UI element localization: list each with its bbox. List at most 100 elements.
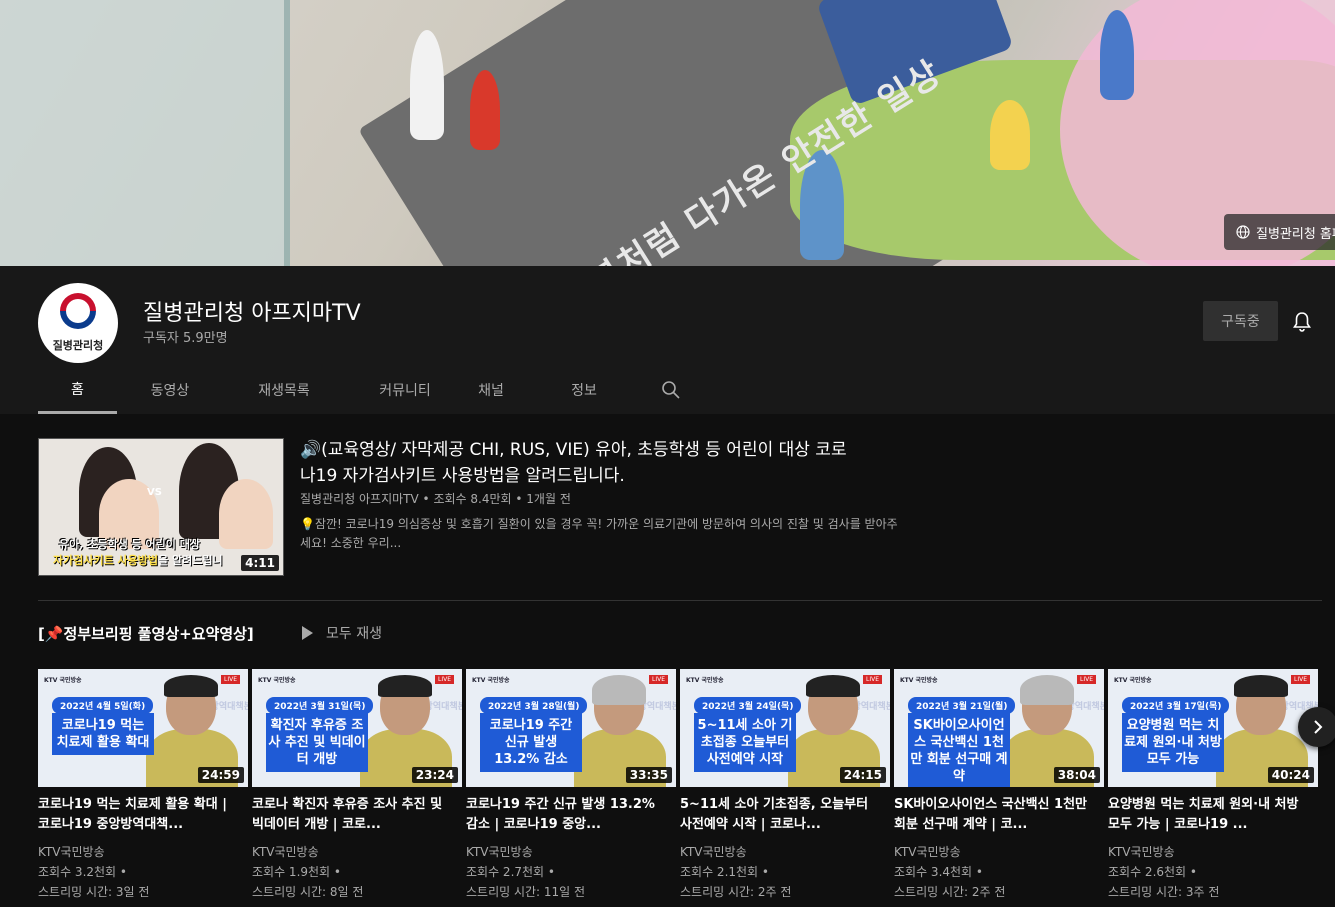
thumb-broadcaster: KTV 국민방송 <box>900 677 938 684</box>
video-channel[interactable]: KTV국민방송 <box>1108 843 1318 860</box>
thumb-broadcaster: KTV 국민방송 <box>686 677 724 684</box>
video-card[interactable]: KTV 국민방송 LIVE 중앙방역대책본부 2022년 3월 24일(목) 5… <box>680 669 890 900</box>
globe-icon <box>1236 225 1250 239</box>
video-views: 조회수 2.6천회 • <box>1108 865 1197 879</box>
video-stream-time: 스트리밍 시간: 8일 전 <box>252 885 364 899</box>
thumb-broadcaster: KTV 국민방송 <box>1114 677 1152 684</box>
video-title[interactable]: 코로나19 먹는 치료제 활용 확대 | 코로나19 중앙방역대책... <box>38 795 238 835</box>
video-title[interactable]: 5~11세 소아 기초접종, 오늘부터 사전예약 시작 | 코로나... <box>680 795 880 835</box>
featured-video-thumbnail[interactable]: VS 유아, 초등학생 등 어린이 대상 자가검사키트 사용방법을 알려드립니 … <box>38 438 284 576</box>
video-duration: 40:24 <box>1267 767 1314 783</box>
video-channel[interactable]: KTV국민방송 <box>38 843 248 860</box>
video-thumbnail[interactable]: KTV 국민방송 LIVE 중앙방역대책본부 2022년 3월 17일(목) 요… <box>1108 669 1318 787</box>
thumb-speaker-hair <box>164 675 218 697</box>
search-icon <box>662 381 680 399</box>
tab-about[interactable]: 정보 <box>517 366 651 414</box>
live-badge: LIVE <box>1076 675 1096 684</box>
featured-views: 조회수 8.4만회 <box>433 492 512 506</box>
video-title[interactable]: 코로나 확진자 후유증 조사 추진 및 빅데이터 개방 | 코로... <box>252 795 452 835</box>
chevron-right-icon <box>1314 720 1323 734</box>
avatar-label: 질병관리청 <box>52 339 104 352</box>
thumb-caption-highlight: 자가검사키트 사용방법 <box>53 554 159 567</box>
video-stream-time: 스트리밍 시간: 2주 전 <box>894 885 1006 899</box>
video-title[interactable]: 코로나19 주간 신규 발생 13.2% 감소 | 코로나19 중앙... <box>466 795 666 835</box>
video-views: 조회수 2.7천회 • <box>466 865 555 879</box>
video-shelf: KTV 국민방송 LIVE 중앙방역대책본부 2022년 4월 5일(화) 코로… <box>38 669 1322 907</box>
video-card[interactable]: KTV 국민방송 LIVE 중앙방역대책본부 2022년 3월 28일(월) 코… <box>466 669 676 900</box>
shelf-next-button[interactable] <box>1298 707 1335 747</box>
thumb-date: 2022년 4월 5일(화) <box>52 697 154 714</box>
thumb-headline: SK바이오사이언스 국산백신 1천만 회분 선구매 계약 <box>908 713 1010 787</box>
video-card[interactable]: KTV 국민방송 LIVE 중앙방역대책본부 2022년 3월 17일(목) 요… <box>1108 669 1318 900</box>
video-views: 조회수 3.4천회 • <box>894 865 983 879</box>
video-channel[interactable]: KTV국민방송 <box>680 843 890 860</box>
video-views: 조회수 2.1천회 • <box>680 865 769 879</box>
thumb-headline: 5~11세 소아 기초접종 오늘부터 사전예약 시작 <box>694 713 796 772</box>
play-icon <box>302 626 313 640</box>
avatar[interactable]: 질병관리청 <box>38 283 118 363</box>
featured-video-description: 💡잠깐! 코로나19 의심증상 및 호흡기 질환이 있을 경우 꼭! 가까운 의… <box>300 517 898 550</box>
video-duration: 24:15 <box>839 767 886 783</box>
banner-art-child <box>470 70 500 150</box>
live-badge: LIVE <box>434 675 454 684</box>
thumb-speaker-hair <box>1234 675 1288 697</box>
meta-separator: • <box>422 492 434 506</box>
video-card[interactable]: KTV 국민방송 LIVE 중앙방역대책본부 2022년 4월 5일(화) 코로… <box>38 669 248 900</box>
channel-banner: 봄처럼 다가온 안전한 일상 질병관리청 홈페 <box>0 0 1335 266</box>
live-badge: LIVE <box>648 675 668 684</box>
video-title[interactable]: 요양병원 먹는 치료제 원외·내 처방 모두 가능 | 코로나19 ... <box>1108 795 1308 835</box>
banner-art-runner <box>1100 10 1134 100</box>
thumb-date: 2022년 3월 28일(월) <box>480 697 588 714</box>
notification-bell-icon[interactable] <box>1290 310 1314 334</box>
meta-separator: • <box>515 492 527 506</box>
thumb-broadcaster: KTV 국민방송 <box>44 677 82 684</box>
video-stream-time: 스트리밍 시간: 11일 전 <box>466 885 586 899</box>
play-all-button[interactable]: 모두 재생 <box>300 623 382 643</box>
video-thumbnail[interactable]: KTV 국민방송 LIVE 중앙방역대책본부 2022년 3월 31일(목) 확… <box>252 669 462 787</box>
featured-channel-link[interactable]: 질병관리청 아프지마TV <box>300 492 419 506</box>
featured-video-title[interactable]: 🔊(교육영상/ 자막제공 CHI, RUS, VIE) 유아, 초등학생 등 어… <box>300 437 860 489</box>
video-thumbnail[interactable]: KTV 국민방송 LIVE 중앙방역대책본부 2022년 3월 28일(월) 코… <box>466 669 676 787</box>
video-card[interactable]: KTV 국민방송 LIVE 중앙방역대책본부 2022년 3월 21일(월) S… <box>894 669 1104 900</box>
play-all-label: 모두 재생 <box>326 626 382 642</box>
tab-videos[interactable]: 동영상 <box>117 366 223 414</box>
thumb-speaker-hair <box>592 675 646 705</box>
channel-name: 질병관리청 아프지마TV <box>143 301 361 326</box>
thumb-speaker-hair <box>378 675 432 697</box>
video-stream-time: 스트리밍 시간: 2주 전 <box>680 885 792 899</box>
tab-channels[interactable]: 채널 <box>465 366 517 414</box>
video-card[interactable]: KTV 국민방송 LIVE 중앙방역대책본부 2022년 3월 31일(목) 확… <box>252 669 462 900</box>
thumb-broadcaster: KTV 국민방송 <box>258 677 296 684</box>
video-channel[interactable]: KTV국민방송 <box>252 843 462 860</box>
tab-playlists[interactable]: 재생목록 <box>223 366 345 414</box>
featured-video-meta: 질병관리청 아프지마TV • 조회수 8.4만회 • 1개월 전 <box>300 490 571 507</box>
video-duration: 23:24 <box>411 767 458 783</box>
thumb-headline: 코로나19 먹는 치료제 활용 확대 <box>52 713 154 755</box>
thumb-vs-label: VS <box>147 487 162 498</box>
video-duration: 4:11 <box>241 555 279 571</box>
taegeuk-logo-icon <box>60 293 96 329</box>
tab-community[interactable]: 커뮤니티 <box>345 366 465 414</box>
tab-home[interactable]: 홈 <box>38 366 117 414</box>
thumb-headline: 요양병원 먹는 치료제 원외·내 처방 모두 가능 <box>1122 713 1224 772</box>
subscriber-count: 구독자 5.9만명 <box>143 331 228 346</box>
video-duration: 24:59 <box>197 767 244 783</box>
video-duration: 33:35 <box>625 767 672 783</box>
live-badge: LIVE <box>220 675 240 684</box>
banner-art-doctor <box>410 30 444 140</box>
banner-art-yoga-person <box>990 100 1030 170</box>
section-divider <box>38 600 1322 601</box>
video-title[interactable]: SK바이오사이언스 국산백신 1천만 회분 선구매 계약 | 코... <box>894 795 1094 835</box>
shelf-title[interactable]: [📌정부브리핑 풀영상+요약영상] <box>38 623 254 644</box>
banner-website-link[interactable]: 질병관리청 홈페 <box>1224 214 1335 250</box>
thumb-speaker-hair <box>806 675 860 697</box>
video-channel[interactable]: KTV국민방송 <box>466 843 676 860</box>
video-views: 조회수 3.2천회 • <box>38 865 127 879</box>
video-thumbnail[interactable]: KTV 국민방송 LIVE 중앙방역대책본부 2022년 4월 5일(화) 코로… <box>38 669 248 787</box>
subscribed-button[interactable]: 구독중 <box>1203 301 1278 341</box>
thumb-date: 2022년 3월 21일(월) <box>908 697 1016 714</box>
video-channel[interactable]: KTV국민방송 <box>894 843 1104 860</box>
video-thumbnail[interactable]: KTV 국민방송 LIVE 중앙방역대책본부 2022년 3월 21일(월) S… <box>894 669 1104 787</box>
channel-search-button[interactable] <box>651 366 691 414</box>
video-thumbnail[interactable]: KTV 국민방송 LIVE 중앙방역대책본부 2022년 3월 24일(목) 5… <box>680 669 890 787</box>
